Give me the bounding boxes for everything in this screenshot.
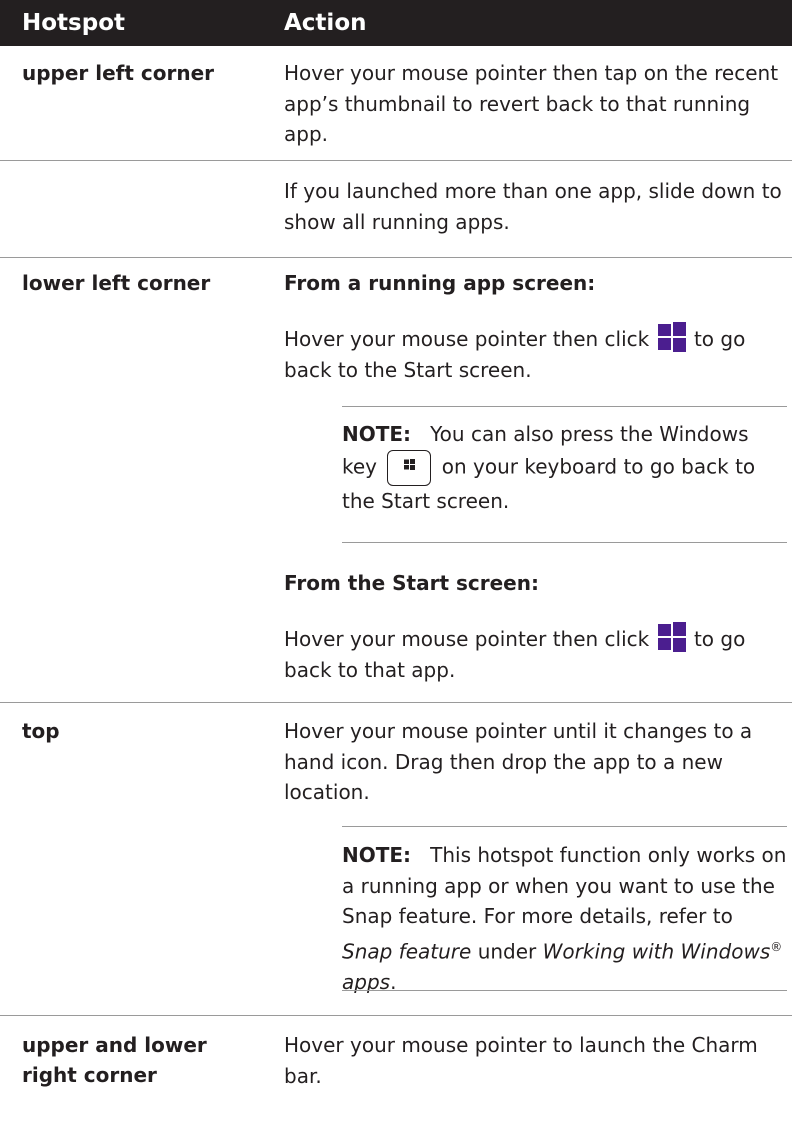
action-text: Hover your mouse pointer then click: [284, 627, 650, 651]
hotspot-upper-left: upper left corner: [22, 61, 215, 85]
snap-feature-reference: Snap feature: [342, 939, 472, 964]
row-divider: [0, 257, 792, 258]
subhead-start-screen: From the Start screen:: [284, 571, 539, 595]
note-divider: [342, 990, 787, 991]
header-hotspot: Hotspot: [22, 10, 125, 36]
action-upper-left: Hover your mouse pointer then tap on the…: [284, 61, 779, 146]
registered-mark: ®: [770, 939, 783, 954]
action-lower-left-start: Hover your mouse pointer then click to g…: [284, 622, 784, 685]
note-snap: NOTE: This hotspot function only works o…: [342, 840, 787, 997]
windows-logo-icon: [657, 622, 686, 652]
row-divider: [0, 1015, 792, 1016]
action-top: Hover your mouse pointer until it change…: [284, 719, 753, 804]
hotspot-right-corner: upper and lower right corner: [22, 1030, 207, 1090]
windows-key-icon: [387, 449, 432, 486]
hotspot-line: right corner: [22, 1063, 157, 1087]
row-divider: [0, 702, 792, 703]
note-label: NOTE:: [342, 422, 412, 446]
table-header: Hotspot Action: [0, 0, 792, 46]
note-label: NOTE:: [342, 843, 412, 867]
note-divider: [342, 542, 787, 543]
hotspot-lower-left: lower left corner: [22, 271, 211, 295]
action-text: Hover your mouse pointer then click: [284, 327, 650, 351]
action-lower-left-running: Hover your mouse pointer then click to g…: [284, 322, 784, 385]
action-right-corner: Hover your mouse pointer to launch the C…: [284, 1033, 758, 1088]
note-divider: [342, 406, 787, 407]
subhead-running-app: From a running app screen:: [284, 271, 596, 295]
row-divider: [0, 160, 792, 161]
hotspot-line: upper and lower: [22, 1033, 207, 1057]
working-with-windows-reference: Working with Windows: [542, 939, 771, 964]
hotspot-top: top: [22, 719, 60, 743]
action-more-apps: If you launched more than one app, slide…: [284, 179, 782, 234]
note-divider: [342, 826, 787, 827]
note-windows-key: NOTE: You can also press the Windows key…: [342, 419, 787, 516]
note-text: under: [477, 939, 537, 964]
windows-logo-icon: [657, 322, 686, 352]
header-action: Action: [284, 10, 367, 36]
